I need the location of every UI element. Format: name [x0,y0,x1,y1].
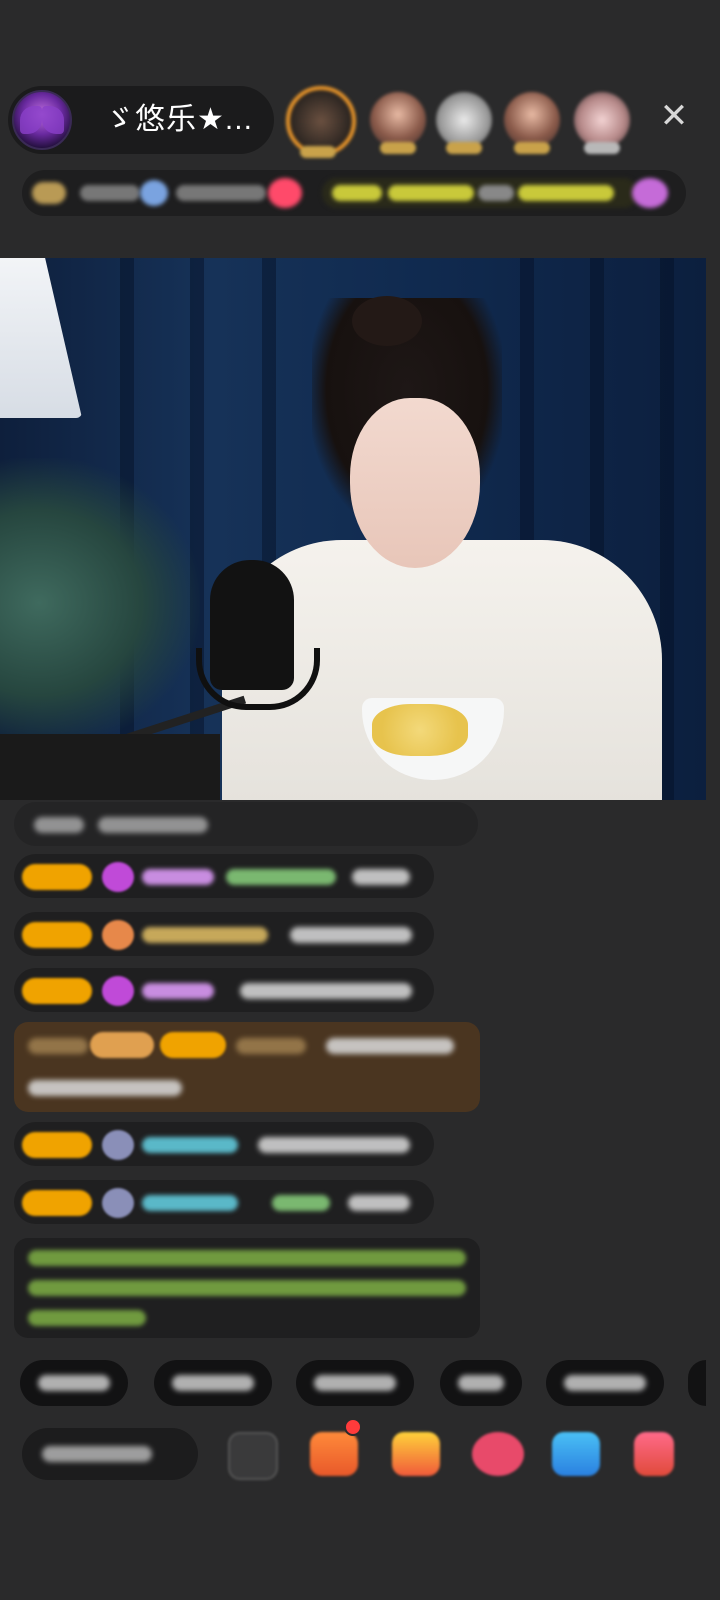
chat-text [326,1038,454,1054]
fan-badge [22,1132,92,1158]
chat-username [28,1038,88,1054]
live-video[interactable] [0,258,706,800]
chat-username[interactable] [142,1195,238,1211]
streamer-hair-bun [352,296,422,346]
emoji-icon[interactable] [228,1432,278,1480]
notification-dot [344,1418,362,1436]
chat-text [290,927,412,943]
quick-reply-chip[interactable] [20,1360,128,1406]
notice-text [28,1250,466,1266]
room-info-bar[interactable] [22,170,686,216]
streamer-face [350,398,480,568]
close-icon[interactable]: ✕ [656,98,692,134]
chat-username [34,817,84,833]
viewer-avatar[interactable] [504,92,560,154]
chat-target-username[interactable] [226,869,336,885]
chat-username [236,1038,306,1054]
top-viewer-avatar[interactable] [286,86,356,158]
room-tag [80,185,140,201]
follow-icon[interactable] [268,178,302,208]
rank-icon[interactable] [632,178,668,208]
viewer-avatar[interactable] [574,92,630,154]
gift-icon[interactable] [392,1432,440,1476]
gift-message[interactable] [14,1022,480,1112]
fan-club-icon[interactable] [140,180,168,206]
chat-text [98,817,208,833]
chat-text [348,1195,410,1211]
chat-message[interactable] [14,1180,434,1224]
avatar-decoration [42,106,64,134]
chat-message[interactable] [14,802,478,846]
system-notice [14,1238,480,1338]
quick-reply-chip[interactable] [296,1360,414,1406]
chat-text [28,1080,182,1096]
quick-reply-chip[interactable] [688,1360,706,1406]
fan-badge [22,978,92,1004]
viewer-avatar[interactable] [436,92,492,154]
chat-username[interactable] [142,927,268,943]
gift-badge [90,1032,154,1058]
fan-badge [22,922,92,948]
quick-reply-chip[interactable] [440,1360,522,1406]
more-icon[interactable] [634,1432,674,1476]
notice-text [28,1280,466,1296]
chat-message[interactable] [14,854,434,898]
chat-text [258,1137,410,1153]
host-info[interactable]: ゞ悠乐★... [8,86,274,154]
fan-badge [22,1190,92,1216]
chat-username[interactable] [142,1137,238,1153]
rank-text [478,185,514,201]
host-avatar[interactable] [12,90,72,150]
notice-text [28,1310,146,1326]
rank-tag [380,142,416,154]
chat-username[interactable] [142,983,214,999]
quick-reply-chip[interactable] [154,1360,272,1406]
host-name: ゞ悠乐★... [104,103,253,136]
avatar-decoration [20,106,42,134]
rank-tag [514,142,550,154]
level-icon [102,1188,134,1218]
chat-text [240,983,412,999]
chat-username[interactable] [142,869,214,885]
chat-target-username[interactable] [272,1195,330,1211]
viewer-avatar[interactable] [370,92,426,154]
room-tag [176,185,266,201]
rank-tag [446,142,482,154]
rank-tag [584,142,620,154]
diamond-icon [102,976,134,1006]
rank-text [518,185,614,201]
rank-text [332,185,382,201]
lamp-shade [0,258,82,418]
plant [0,458,200,748]
chat-message[interactable] [14,912,434,956]
diamond-icon [102,862,134,892]
gift-box-icon[interactable] [310,1432,358,1476]
chat-text [352,869,410,885]
level-icon [102,1130,134,1160]
quick-reply-chip[interactable] [546,1360,664,1406]
food [372,704,468,756]
fan-badge [160,1032,226,1058]
rank-tag [300,146,336,158]
desk [0,734,220,800]
chat-message[interactable] [14,1122,434,1166]
rank-text [388,185,474,201]
heart-icon[interactable] [472,1432,524,1476]
level-badge [32,182,66,204]
fan-badge [22,864,92,890]
level-icon [102,920,134,950]
chat-message[interactable] [14,968,434,1012]
chat-bubble-icon[interactable] [552,1432,600,1476]
comment-input[interactable] [22,1428,198,1480]
